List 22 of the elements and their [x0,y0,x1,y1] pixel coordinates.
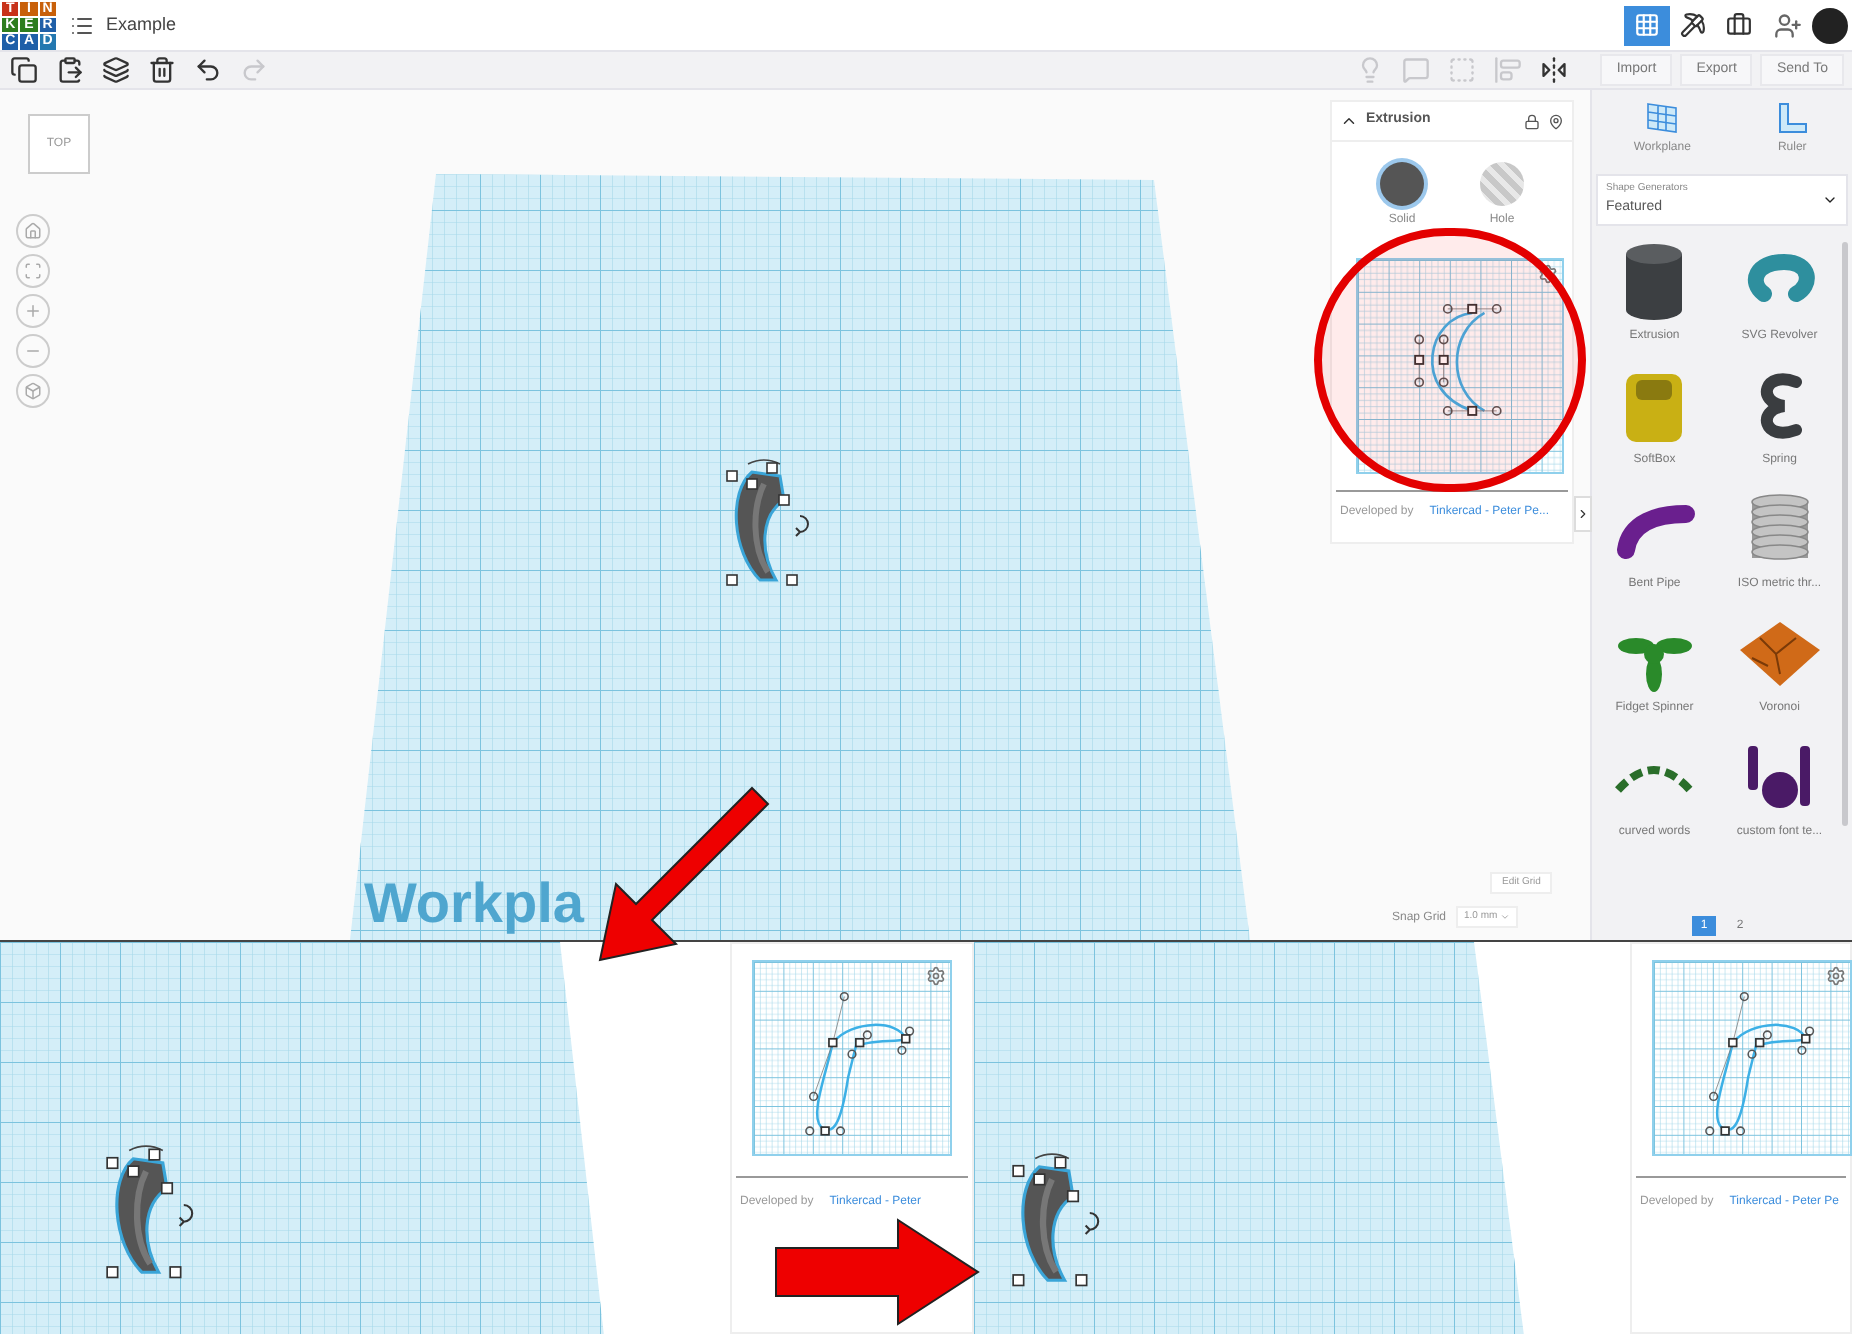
selected-shape-drawing[interactable] [106,1145,194,1279]
grid-plane-icon [1644,100,1681,136]
ruler-icon [1774,100,1811,136]
curve-drawing[interactable] [805,991,915,1136]
user-icon[interactable] [1774,11,1802,39]
settings-icon[interactable] [1538,264,1558,284]
collapse-icon[interactable] [1340,112,1358,130]
caret-icon [1822,192,1838,208]
curve-drawing[interactable] [1705,991,1815,1136]
pin-icon[interactable] [1548,113,1564,129]
curve-drawing[interactable] [1414,303,1502,416]
caret-icon [1499,912,1510,922]
settings-icon[interactable] [926,966,946,986]
scrollbar[interactable] [1842,242,1848,826]
lock-icon[interactable] [1524,113,1540,129]
selected-shape-drawing[interactable] [726,459,809,586]
design-title[interactable]: Example [106,11,177,39]
selected-shape-drawing[interactable] [1012,1153,1100,1287]
avatar[interactable] [1812,7,1848,43]
chevron-right-icon [1576,506,1590,522]
panel-toggle[interactable] [1574,496,1592,532]
settings-icon[interactable] [1826,966,1846,986]
